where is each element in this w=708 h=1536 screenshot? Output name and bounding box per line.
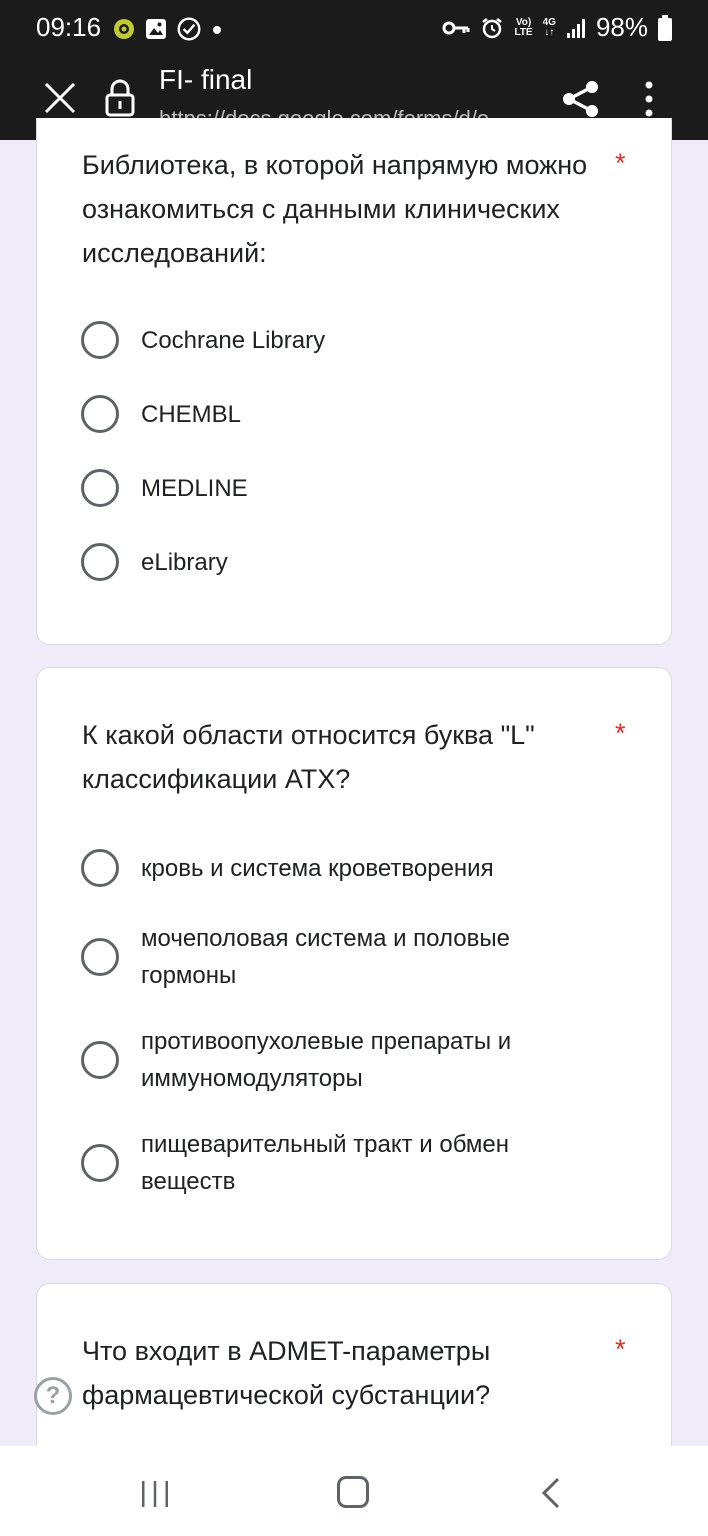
share-icon[interactable] <box>560 78 602 120</box>
vpn-key-icon <box>442 21 470 34</box>
status-right-icons: Vo) LTE 4G ↓↑ 98% <box>442 12 672 43</box>
back-icon[interactable] <box>538 1476 562 1510</box>
option-label: MEDLINE <box>141 474 248 502</box>
more-options-icon[interactable] <box>636 78 662 120</box>
question-title: К какой области относится буква "L" клас… <box>82 720 535 794</box>
radio-button[interactable] <box>81 543 119 581</box>
page-title: FI- final <box>159 64 253 95</box>
help-icon[interactable]: ? <box>34 1377 72 1415</box>
battery-percent: 98% <box>595 12 648 42</box>
option-label: кровь и система кроветворения <box>141 854 494 882</box>
alarm-icon <box>482 17 503 38</box>
more-notifications-dot-icon <box>213 26 221 34</box>
signal-icon <box>566 18 585 38</box>
status-bar: 09:16 Vo) LTE 4G ↓↑ 98% <box>0 0 708 56</box>
battery-icon <box>658 14 672 41</box>
question-card: К какой области относится буква "L" клас… <box>36 667 672 1260</box>
question-title: Библиотека, в которой напрямую можно озн… <box>82 150 588 268</box>
required-asterisk: * <box>615 1334 626 1364</box>
option-label: мочеполовая система и половые гормоны <box>141 925 510 989</box>
radio-button[interactable] <box>81 321 119 359</box>
option-label: Cochrane Library <box>141 326 326 354</box>
radio-button[interactable] <box>81 1041 119 1079</box>
radio-option[interactable]: MEDLINE <box>81 469 641 507</box>
radio-button[interactable] <box>81 469 119 507</box>
radio-button[interactable] <box>81 395 119 433</box>
gallery-icon <box>146 19 166 39</box>
radio-option[interactable]: CHEMBL <box>81 395 641 433</box>
system-nav-bar <box>0 1446 708 1536</box>
question-title: Что входит в ADMET-параметры фармацевтич… <box>82 1336 491 1410</box>
notification-icons <box>112 16 224 42</box>
app-notification-icon <box>114 19 134 39</box>
volte-indicator: Vo) LTE <box>514 16 533 38</box>
question-card: Библиотека, в которой напрямую можно озн… <box>36 118 672 645</box>
option-label: eLibrary <box>141 548 228 576</box>
recent-apps-icon[interactable] <box>138 1480 172 1508</box>
required-asterisk: * <box>615 718 626 748</box>
radio-option[interactable]: кровь и система кроветворения <box>81 849 641 887</box>
radio-button[interactable] <box>81 938 119 976</box>
data-arrows-icon: ↓↑ <box>544 26 555 38</box>
radio-option[interactable]: eLibrary <box>81 543 641 581</box>
check-circle-icon <box>177 17 201 41</box>
radio-option[interactable]: противоопухолевые препараты и иммуномоду… <box>81 1023 641 1097</box>
radio-option[interactable]: Cochrane Library <box>81 321 641 359</box>
radio-button[interactable] <box>81 1144 119 1182</box>
option-label: пищеварительный тракт и обмен веществ <box>141 1131 510 1195</box>
radio-button[interactable] <box>81 849 119 887</box>
option-label: противоопухолевые препараты и иммуномоду… <box>141 1028 512 1092</box>
home-icon[interactable] <box>337 1476 369 1508</box>
mobile-data-indicator: 4G ↓↑ <box>542 16 556 38</box>
required-asterisk: * <box>615 148 626 178</box>
close-icon[interactable] <box>40 78 80 118</box>
lock-icon[interactable] <box>104 78 136 118</box>
option-label: CHEMBL <box>141 400 242 428</box>
status-time: 09:16 <box>36 12 102 42</box>
radio-option[interactable]: мочеполовая система и половые гормоны <box>81 920 641 994</box>
radio-option[interactable]: пищеварительный тракт и обмен веществ <box>81 1126 641 1200</box>
